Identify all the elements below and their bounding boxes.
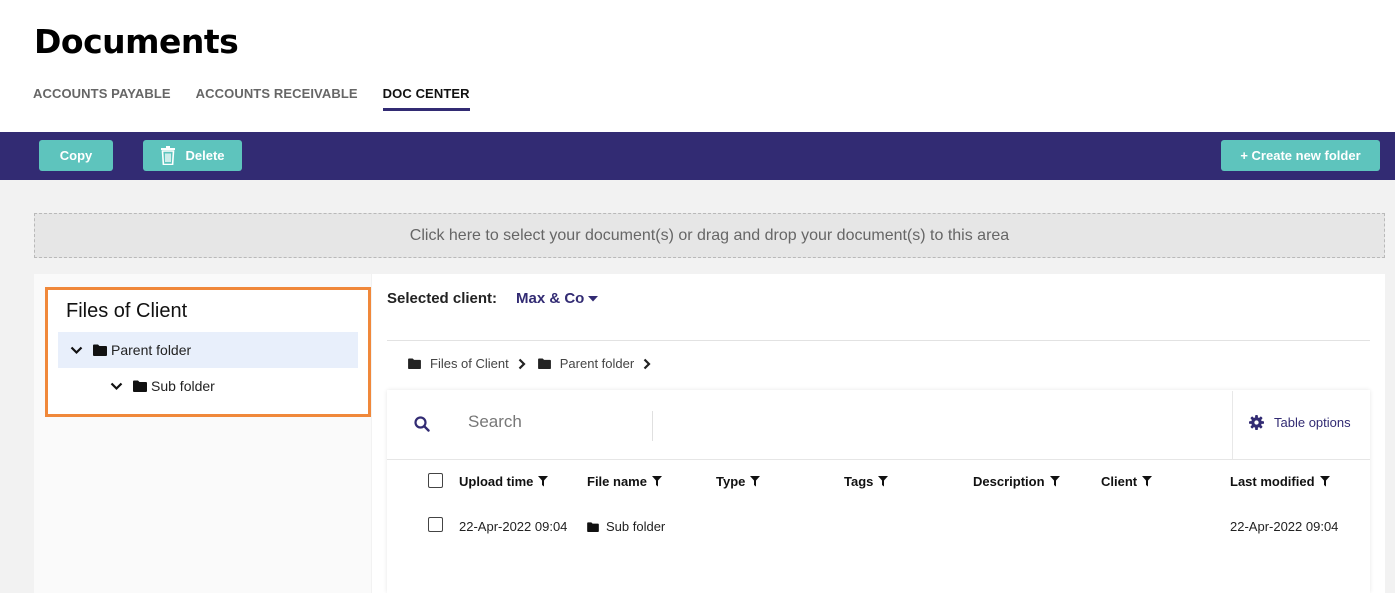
folder-icon — [408, 358, 421, 369]
delete-button[interactable]: Delete — [143, 140, 242, 171]
folder-tree-panel: Files of Client Parent folder Sub folder — [34, 274, 371, 593]
dropzone-text: Click here to select your document(s) or… — [409, 226, 1010, 244]
filter-icon[interactable] — [538, 476, 549, 487]
divider — [387, 459, 1370, 460]
row-checkbox[interactable] — [428, 517, 443, 532]
tab-accounts-payable[interactable]: ACCOUNTS PAYABLE — [33, 86, 171, 111]
cell-upload-time: 22-Apr-2022 09:04 — [459, 519, 568, 534]
filter-icon[interactable] — [1049, 476, 1060, 487]
folder-icon — [537, 358, 551, 369]
documents-panel: Selected client: Max & Co Files of Clien… — [372, 274, 1385, 593]
tree-item-label: Parent folder — [111, 342, 192, 358]
main-content: Click here to select your document(s) or… — [0, 180, 1395, 593]
chevron-right-icon — [518, 358, 526, 370]
column-label: Client — [1101, 474, 1138, 489]
caret-down-icon — [588, 295, 599, 302]
cell-file-name[interactable]: Sub folder — [587, 519, 665, 534]
copy-button-label: Copy — [59, 148, 93, 163]
gear-icon — [1249, 415, 1264, 430]
file-name-text: Sub folder — [606, 519, 666, 534]
column-label: Tags — [844, 474, 874, 489]
divider — [1232, 391, 1233, 459]
create-folder-button[interactable]: + Create new folder — [1221, 140, 1380, 171]
upload-dropzone[interactable]: Click here to select your document(s) or… — [34, 213, 1385, 258]
folder-icon — [587, 521, 599, 532]
divider — [387, 340, 1370, 341]
filter-icon[interactable] — [1319, 476, 1330, 487]
client-dropdown[interactable]: Max & Co — [516, 290, 599, 307]
column-last-modified[interactable]: Last modified — [1230, 474, 1330, 489]
tree-title: Files of Client — [66, 300, 188, 322]
filter-icon[interactable] — [1142, 476, 1153, 487]
chevron-right-icon — [643, 358, 651, 370]
page-title: Documents — [34, 22, 239, 61]
column-description[interactable]: Description — [973, 474, 1060, 489]
breadcrumb-label: Files of Client — [430, 356, 509, 371]
selected-client-label: Selected client: — [387, 290, 498, 307]
delete-button-label: Delete — [185, 148, 225, 163]
folder-tree: Files of Client Parent folder Sub folder — [45, 287, 371, 417]
create-folder-label: + Create new folder — [1240, 148, 1361, 163]
column-type[interactable]: Type — [716, 474, 761, 489]
search-icon — [414, 416, 430, 432]
divider — [652, 411, 653, 441]
client-dropdown-value: Max & Co — [516, 290, 585, 307]
column-label: Last modified — [1230, 474, 1315, 489]
folder-icon — [93, 344, 107, 356]
filter-icon[interactable] — [878, 476, 889, 487]
column-tags[interactable]: Tags — [844, 474, 889, 489]
table-options-button[interactable]: Table options — [1249, 415, 1351, 430]
action-toolbar: Copy Delete + Create new folder — [0, 132, 1395, 180]
column-upload-time[interactable]: Upload time — [459, 474, 549, 489]
column-label: Description — [973, 474, 1045, 489]
tree-item-label: Sub folder — [151, 378, 215, 394]
breadcrumb-label: Parent folder — [559, 356, 635, 371]
column-label: Type — [716, 474, 746, 489]
tab-bar: ACCOUNTS PAYABLE ACCOUNTS RECEIVABLE DOC… — [33, 86, 495, 111]
tree-item-parent-folder[interactable]: Parent folder — [58, 332, 358, 368]
page-header: Documents ACCOUNTS PAYABLE ACCOUNTS RECE… — [0, 0, 1395, 132]
select-all-checkbox[interactable] — [428, 473, 443, 488]
trash-icon — [160, 146, 176, 165]
tree-item-sub-folder[interactable]: Sub folder — [58, 368, 358, 404]
breadcrumb-item-parent-folder[interactable]: Parent folder — [537, 356, 635, 371]
copy-button[interactable]: Copy — [39, 140, 113, 171]
filter-icon[interactable] — [750, 476, 761, 487]
column-label: File name — [587, 474, 647, 489]
table-options-label: Table options — [1274, 415, 1351, 430]
breadcrumb-item-files-of-client[interactable]: Files of Client — [408, 356, 509, 371]
folder-icon — [133, 380, 147, 392]
chevron-down-icon[interactable] — [70, 346, 84, 355]
tab-doc-center[interactable]: DOC CENTER — [382, 86, 470, 111]
chevron-down-icon[interactable] — [110, 382, 124, 391]
column-file-name[interactable]: File name — [587, 474, 662, 489]
tab-accounts-receivable[interactable]: ACCOUNTS RECEIVABLE — [196, 86, 358, 111]
column-label: Upload time — [459, 474, 534, 489]
cell-last-modified: 22-Apr-2022 09:04 — [1230, 519, 1339, 534]
search-input[interactable] — [468, 410, 638, 434]
column-client[interactable]: Client — [1101, 474, 1153, 489]
breadcrumb: Files of Client Parent folder — [408, 356, 663, 371]
filter-icon[interactable] — [651, 476, 662, 487]
